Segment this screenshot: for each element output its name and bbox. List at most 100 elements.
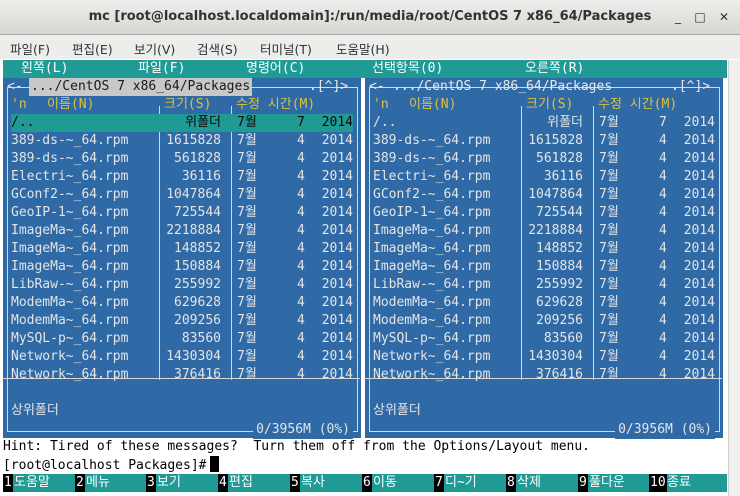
file-day: 4 bbox=[659, 223, 667, 238]
file-row[interactable]: Electri~_64.rpm 36116 7월 4 2014 bbox=[373, 168, 715, 186]
path-label: .../CentOS 7 x86_64/Packages bbox=[29, 78, 253, 96]
mc-menu-command[interactable]: 명령어(C) bbox=[246, 60, 305, 78]
file-row[interactable]: ImageMa~_64.rpm 150884 7월 4 2014 bbox=[373, 258, 715, 276]
header-size[interactable]: 크기(S) bbox=[164, 96, 211, 114]
header-size[interactable]: 크기(S) bbox=[526, 96, 573, 114]
close-icon[interactable]: ✕ bbox=[714, 7, 734, 27]
file-size: 725544 bbox=[536, 205, 583, 220]
fkey-number: 9 bbox=[578, 474, 588, 492]
terminal-scrollbar[interactable] bbox=[728, 60, 740, 496]
fkey-label: 도움말 bbox=[14, 475, 50, 490]
minimize-icon[interactable]: _ bbox=[668, 7, 688, 27]
mc-menu-options[interactable]: 선택항목(0) bbox=[372, 60, 443, 78]
file-row[interactable]: Network~_64.rpm 376416 7월 4 2014 bbox=[373, 366, 715, 384]
file-row[interactable]: MySQL-p~_64.rpm 83560 7월 4 2014 bbox=[373, 330, 715, 348]
file-month: 7월 bbox=[237, 169, 257, 184]
path-right-buttons[interactable]: .[^]> bbox=[671, 78, 710, 96]
file-row[interactable]: Network~_64.rpm 376416 7월 4 2014 bbox=[11, 366, 353, 384]
file-name: MySQL-p~_64.rpm bbox=[373, 331, 491, 346]
mc-menu-right[interactable]: 오른쪽(R) bbox=[525, 60, 584, 78]
file-month: 7월 bbox=[599, 349, 619, 364]
file-row[interactable]: ImageMa~_64.rpm 2218884 7월 4 2014 bbox=[373, 222, 715, 240]
left-panel[interactable]: <- .../CentOS 7 x86_64/Packages .[^]> 'n… bbox=[3, 78, 361, 439]
file-day: 4 bbox=[659, 277, 667, 292]
menu-file[interactable]: 파일(F) bbox=[10, 39, 50, 58]
file-row[interactable]: ModemMa~_64.rpm 629628 7월 4 2014 bbox=[11, 294, 353, 312]
file-size: 1615828 bbox=[166, 133, 221, 148]
file-size: 561828 bbox=[174, 151, 221, 166]
file-size: 561828 bbox=[536, 151, 583, 166]
file-day: 4 bbox=[659, 331, 667, 346]
title-bar[interactable]: mc [root@localhost.localdomain]:/run/med… bbox=[0, 0, 740, 35]
file-row[interactable]: ModemMa~_64.rpm 209256 7월 4 2014 bbox=[373, 312, 715, 330]
maximize-icon[interactable]: □ bbox=[690, 7, 710, 27]
header-n[interactable]: 'n bbox=[11, 96, 27, 114]
mc-menu-left[interactable]: 왼쪽(L) bbox=[21, 60, 68, 78]
terminal-area[interactable]: 왼쪽(L) 파일(F) 명령어(C) 선택항목(0) 오른쪽(R) <- ...… bbox=[3, 60, 727, 494]
file-row[interactable]: /.. 위폴더 7월 7 2014 bbox=[373, 114, 715, 132]
file-month: 7월 bbox=[237, 349, 257, 364]
file-row[interactable]: Network~_64.rpm 1430304 7월 4 2014 bbox=[373, 348, 715, 366]
file-row[interactable]: 389-ds-~_64.rpm 561828 7월 4 2014 bbox=[11, 150, 353, 168]
menu-terminal[interactable]: 터미널(T) bbox=[260, 39, 312, 58]
menu-help[interactable]: 도움말(H) bbox=[336, 39, 390, 58]
file-size: 255992 bbox=[174, 277, 221, 292]
file-month: 7월 bbox=[237, 187, 257, 202]
path-left-button[interactable]: <- bbox=[7, 78, 23, 96]
right-panel[interactable]: <- .../CentOS 7 x86_64/Packages .[^]> 'n… bbox=[365, 78, 723, 439]
file-row[interactable]: 389-ds-~_64.rpm 561828 7월 4 2014 bbox=[373, 150, 715, 168]
file-month: 7월 bbox=[599, 151, 619, 166]
file-row[interactable]: GConf2-~_64.rpm 1047864 7월 4 2014 bbox=[11, 186, 353, 204]
file-size: 150884 bbox=[174, 259, 221, 274]
file-size: 725544 bbox=[174, 205, 221, 220]
file-month: 7월 bbox=[237, 367, 257, 382]
fkey-number: 7 bbox=[434, 474, 444, 492]
file-size: 209256 bbox=[536, 313, 583, 328]
panel-status: 상위폴더 bbox=[11, 403, 59, 418]
menu-search[interactable]: 검색(S) bbox=[197, 39, 238, 58]
file-row[interactable]: 389-ds-~_64.rpm 1615828 7월 4 2014 bbox=[11, 132, 353, 150]
header-n[interactable]: 'n bbox=[373, 96, 389, 114]
file-row[interactable]: LibRaw-~_64.rpm 255992 7월 4 2014 bbox=[11, 276, 353, 294]
file-day: 4 bbox=[659, 133, 667, 148]
fkey-number: 1 bbox=[3, 474, 13, 492]
file-row[interactable]: ModemMa~_64.rpm 209256 7월 4 2014 bbox=[11, 312, 353, 330]
shell-prompt[interactable]: [root@localhost Packages]# bbox=[3, 456, 219, 474]
file-day: 4 bbox=[297, 187, 305, 202]
file-year: 2014 bbox=[683, 133, 715, 148]
file-row[interactable]: Electri~_64.rpm 36116 7월 4 2014 bbox=[11, 168, 353, 186]
file-row[interactable]: ImageMa~_64.rpm 148852 7월 4 2014 bbox=[11, 240, 353, 258]
file-row[interactable]: Network~_64.rpm 1430304 7월 4 2014 bbox=[11, 348, 353, 366]
file-row[interactable]: 389-ds-~_64.rpm 1615828 7월 4 2014 bbox=[373, 132, 715, 150]
file-month: 7월 bbox=[599, 241, 619, 256]
mc-menu-file[interactable]: 파일(F) bbox=[138, 60, 185, 78]
file-row[interactable]: /.. 위폴더 7월 7 2014 bbox=[11, 114, 353, 132]
file-month: 7월 bbox=[237, 133, 257, 148]
file-row[interactable]: ModemMa~_64.rpm 629628 7월 4 2014 bbox=[373, 294, 715, 312]
header-name[interactable]: 이름(N) bbox=[47, 96, 94, 114]
file-row[interactable]: ImageMa~_64.rpm 148852 7월 4 2014 bbox=[373, 240, 715, 258]
file-size: 209256 bbox=[174, 313, 221, 328]
path-left-button[interactable]: <- bbox=[369, 78, 385, 96]
file-day: 4 bbox=[297, 331, 305, 346]
file-month: 7월 bbox=[599, 277, 619, 292]
panel-status: 상위폴더 bbox=[373, 403, 421, 418]
file-name: GConf2-~_64.rpm bbox=[373, 187, 491, 202]
file-row[interactable]: GeoIP-1~_64.rpm 725544 7월 4 2014 bbox=[373, 204, 715, 222]
fkey-label: 삭제 bbox=[517, 475, 541, 490]
file-row[interactable]: LibRaw-~_64.rpm 255992 7월 4 2014 bbox=[373, 276, 715, 294]
menu-edit[interactable]: 편집(E) bbox=[72, 39, 113, 58]
header-mtime[interactable]: 수정 시간(M) bbox=[236, 96, 315, 114]
header-name[interactable]: 이름(N) bbox=[409, 96, 456, 114]
header-mtime[interactable]: 수정 시간(M) bbox=[598, 96, 677, 114]
file-row[interactable]: ImageMa~_64.rpm 2218884 7월 4 2014 bbox=[11, 222, 353, 240]
file-year: 2014 bbox=[321, 223, 353, 238]
file-row[interactable]: GConf2-~_64.rpm 1047864 7월 4 2014 bbox=[373, 186, 715, 204]
menu-view[interactable]: 보기(V) bbox=[134, 39, 175, 58]
file-name: 389-ds-~_64.rpm bbox=[373, 151, 491, 166]
file-row[interactable]: GeoIP-1~_64.rpm 725544 7월 4 2014 bbox=[11, 204, 353, 222]
file-row[interactable]: MySQL-p~_64.rpm 83560 7월 4 2014 bbox=[11, 330, 353, 348]
file-month: 7월 bbox=[599, 295, 619, 310]
file-row[interactable]: ImageMa~_64.rpm 150884 7월 4 2014 bbox=[11, 258, 353, 276]
path-right-buttons[interactable]: .[^]> bbox=[309, 78, 348, 96]
